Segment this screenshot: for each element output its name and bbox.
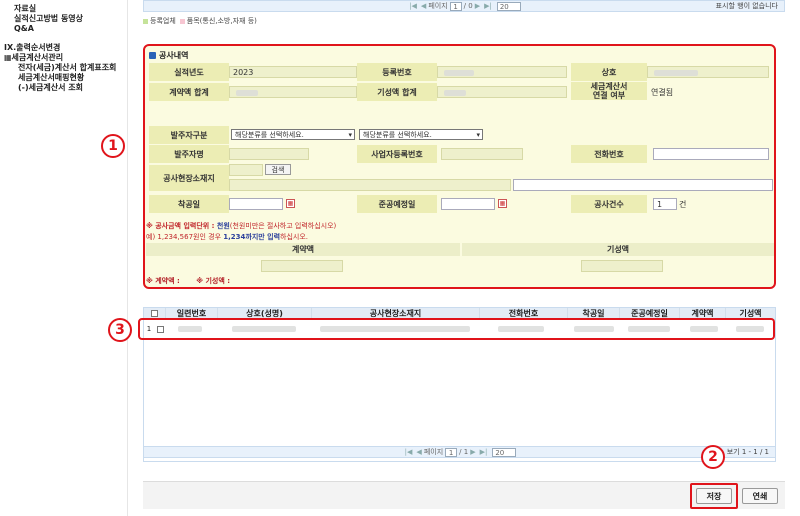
select-all-checkbox[interactable]	[151, 310, 158, 317]
sum-footer: ※ 계약액 : ※ 기성액 :	[146, 277, 231, 285]
legend: 등록업체 품목(통신,소방,자재 등)	[143, 16, 257, 26]
sidebar-group-tax-invoice[interactable]: ▦세금계산서관리	[4, 53, 127, 63]
tax-invoice-link-value: 연결됨	[651, 87, 674, 97]
construction-section: 공사내역 실적년도 2023 등록번호 상호 계약액 합계 기성액 합계 세금계…	[143, 44, 776, 289]
legend-registered: 등록업체	[150, 17, 176, 25]
address-field-1[interactable]	[229, 179, 511, 191]
reg-no-field[interactable]	[437, 66, 567, 78]
page-total: / 0	[463, 2, 473, 10]
prev-page-icon[interactable]: ◀	[421, 2, 426, 10]
pager-status: 표시할 행이 없습니다	[715, 2, 778, 10]
label-company: 상호	[571, 63, 647, 81]
progress-total-field[interactable]	[437, 86, 567, 98]
sum-contract-header: 계약액	[146, 243, 460, 256]
chevron-down-icon: ▾	[348, 131, 352, 139]
bottom-pager: |◀ ◀ 페이지 1 / 1 ▶ ▶| 20 보기 1 - 1 / 1	[143, 446, 776, 458]
page-total: / 1	[459, 448, 469, 456]
label-client-type: 발주자구분	[149, 126, 229, 144]
label-count: 공사건수	[571, 195, 647, 213]
label-biz-no: 사업자등록번호	[357, 145, 437, 163]
label-progress-total: 기성액 합계	[357, 83, 437, 101]
last-page-icon[interactable]: ▶|	[480, 448, 488, 456]
first-page-icon[interactable]: |◀	[405, 448, 413, 456]
company-field[interactable]	[647, 66, 769, 78]
address-field-2[interactable]	[513, 179, 773, 191]
page-label: 페이지	[423, 448, 444, 456]
label-reg-no: 등록번호	[357, 63, 437, 81]
next-page-icon[interactable]: ▶	[475, 2, 480, 10]
label-tax-invoice-link: 세금계산서 연결 여부	[571, 82, 647, 100]
sidebar-item-invoice-mapping[interactable]: 세금계산서매핑현황	[4, 73, 127, 83]
amount-unit-note: ※ 공사금액 입력단위 : 천원(천원미만은 절사하고 입력하십시오)	[146, 222, 337, 230]
label-year: 실적년도	[149, 63, 229, 81]
page-label: 페이지	[428, 2, 448, 10]
marker-1: 1	[101, 134, 125, 158]
phone-field[interactable]	[653, 148, 769, 160]
page-size-select[interactable]: 20	[496, 1, 521, 11]
legend-registered-swatch	[143, 18, 148, 24]
prev-page-icon[interactable]: ◀	[416, 448, 421, 456]
label-phone: 전화번호	[571, 145, 647, 163]
next-page-icon[interactable]: ▶	[470, 448, 475, 456]
start-date-calendar-icon[interactable]: ▦	[286, 199, 295, 208]
sum-progress-field[interactable]	[581, 260, 663, 272]
sidebar-item-report-video[interactable]: 실적신고방법 동영상	[4, 14, 127, 24]
top-pager: |◀ ◀ 페이지 1 / 0 ▶ ▶| 20 표시할 행이 없습니다	[143, 0, 785, 12]
label-contract-total: 계약액 합계	[149, 83, 229, 101]
amount-example-note: 예) 1,234,567원인 경우 1,234까지만 입력하십시오.	[146, 233, 309, 241]
biz-no-field[interactable]	[441, 148, 523, 160]
row-highlight-box	[138, 318, 775, 340]
sidebar-item-archive[interactable]: 자료실	[4, 4, 127, 14]
save-button[interactable]: 저장	[696, 488, 732, 504]
legend-item-swatch	[179, 18, 185, 24]
label-client-name: 발주자명	[149, 145, 229, 163]
delete-button[interactable]: 연쇄	[742, 488, 778, 504]
address-search-button[interactable]: 검색	[265, 164, 291, 175]
completion-date-field[interactable]	[441, 198, 495, 210]
sidebar-item-qna[interactable]: Q&A	[4, 24, 127, 34]
completion-date-calendar-icon[interactable]: ▦	[498, 199, 507, 208]
sum-contract-field[interactable]	[261, 260, 343, 272]
action-bar: 저장 연쇄	[143, 481, 785, 509]
label-completion-date: 준공예정일	[357, 195, 437, 213]
year-field[interactable]: 2023	[229, 66, 357, 78]
contract-total-field[interactable]	[229, 86, 357, 98]
start-date-field[interactable]	[229, 198, 283, 210]
label-site-address: 공사현장소재지	[149, 165, 229, 191]
sidebar-item-invoice-summary[interactable]: 전자(세금)계산서 합계표조회	[4, 63, 127, 73]
section-title: 공사내역	[149, 50, 188, 61]
page-input[interactable]: 1	[449, 1, 462, 11]
chevron-down-icon: ▾	[476, 131, 480, 139]
sidebar: 자료실 실적신고방법 동영상 Q&A IX.출력순서변경 ▦세금계산서관리 전자…	[0, 0, 128, 516]
client-name-field[interactable]	[229, 148, 309, 160]
first-page-icon[interactable]: |◀	[409, 2, 417, 10]
marker-3: 3	[108, 318, 132, 342]
count-field[interactable]: 1	[653, 198, 677, 210]
sidebar-item-print-order[interactable]: IX.출력순서변경	[4, 43, 127, 53]
count-unit: 건	[679, 199, 687, 209]
pager-status: 보기 1 - 1 / 1	[726, 448, 769, 456]
client-type-select-2[interactable]: 해당분류를 선택하세요. ▾	[359, 129, 483, 140]
page-size-select[interactable]: 20	[492, 447, 517, 457]
client-type-select-1[interactable]: 해당분류를 선택하세요. ▾	[231, 129, 355, 140]
last-page-icon[interactable]: ▶|	[484, 2, 492, 10]
legend-item: 품목(통신,소방,자재 등)	[186, 17, 257, 25]
zipcode-field[interactable]	[229, 164, 263, 176]
sidebar-item-negative-invoice[interactable]: (-)세금계산서 조회	[4, 83, 127, 93]
sum-progress-header: 기성액	[462, 243, 774, 256]
label-start-date: 착공일	[149, 195, 229, 213]
page-input[interactable]: 1	[445, 447, 458, 457]
result-grid: 일련번호 상호(성명) 공사현장소재지 전화번호 착공일 준공예정일 계약액 기…	[138, 307, 776, 462]
marker-2: 2	[701, 445, 725, 469]
section-bullet-icon	[149, 52, 156, 59]
